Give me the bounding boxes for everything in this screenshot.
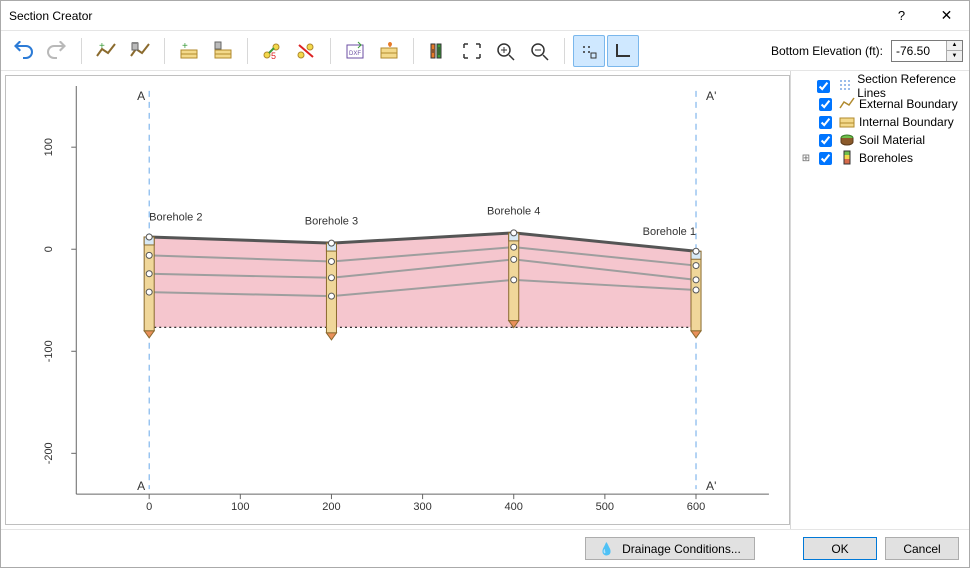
close-button[interactable]: ✕ bbox=[924, 1, 969, 31]
tree-item-internal-boundary[interactable]: Internal Boundary bbox=[795, 113, 965, 131]
svg-text:A: A bbox=[137, 89, 145, 103]
svg-text:Borehole 2: Borehole 2 bbox=[149, 212, 202, 224]
delete-external-button[interactable] bbox=[124, 35, 156, 67]
svg-text:0: 0 bbox=[43, 246, 55, 252]
tree-label: Boreholes bbox=[859, 151, 913, 165]
tree-item-soil-material[interactable]: Soil Material bbox=[795, 131, 965, 149]
zoom-out-button[interactable] bbox=[524, 35, 556, 67]
zoom-in-button[interactable] bbox=[490, 35, 522, 67]
tree-label: Section Reference Lines bbox=[857, 72, 965, 100]
delete-internal-button[interactable] bbox=[207, 35, 239, 67]
dxf-icon: DXF bbox=[344, 41, 366, 61]
cancel-button[interactable]: Cancel bbox=[885, 537, 959, 560]
tree-label: Internal Boundary bbox=[859, 115, 954, 129]
import-boreholes-icon bbox=[378, 41, 400, 61]
svg-text:+: + bbox=[182, 41, 188, 52]
svg-text:A': A' bbox=[706, 89, 716, 103]
svg-text:-200: -200 bbox=[43, 442, 55, 464]
pick-mode-icon bbox=[578, 41, 600, 61]
ok-button[interactable]: OK bbox=[803, 537, 877, 560]
bottom-elevation-label: Bottom Elevation (ft): bbox=[771, 44, 883, 58]
import-boreholes-button[interactable] bbox=[373, 35, 405, 67]
content: 0 100 200 300 400 500 600 -200 -100 0 100 A A A' A' Bor… bbox=[1, 71, 969, 529]
tree-check[interactable] bbox=[817, 80, 830, 93]
zoom-extents-icon bbox=[461, 41, 483, 61]
tree-check[interactable] bbox=[819, 116, 832, 129]
internal-boundary-icon bbox=[839, 114, 855, 130]
svg-text:500: 500 bbox=[596, 501, 614, 513]
layer-tree: Section Reference Lines External Boundar… bbox=[791, 71, 969, 529]
tree-item-section-reference-lines[interactable]: Section Reference Lines bbox=[795, 77, 965, 95]
redo-icon bbox=[46, 41, 68, 61]
import-dxf-button[interactable]: DXF bbox=[339, 35, 371, 67]
tree-item-external-boundary[interactable]: External Boundary bbox=[795, 95, 965, 113]
tree-label: Soil Material bbox=[859, 133, 925, 147]
svg-text:100: 100 bbox=[43, 138, 55, 156]
svg-text:Borehole 1: Borehole 1 bbox=[643, 226, 696, 238]
elevation-step-up[interactable]: ▲ bbox=[947, 41, 962, 52]
redo-button[interactable] bbox=[41, 35, 73, 67]
undo-button[interactable] bbox=[7, 35, 39, 67]
bottom-elevation-field[interactable]: ▲ ▼ bbox=[891, 40, 963, 62]
drainage-conditions-button[interactable]: 💧 Drainage Conditions... bbox=[585, 537, 755, 560]
bottom-elevation-input[interactable] bbox=[892, 41, 946, 61]
axis-mode-button[interactable] bbox=[607, 35, 639, 67]
window: Section Creator ? ✕ + + 5 bbox=[0, 0, 970, 568]
svg-text:5: 5 bbox=[271, 51, 276, 61]
add-internal-icon: + bbox=[178, 41, 200, 61]
section-ref-icon bbox=[837, 78, 853, 94]
display-options-icon bbox=[427, 41, 449, 61]
zoom-in-icon bbox=[495, 41, 517, 61]
section-canvas[interactable]: 0 100 200 300 400 500 600 -200 -100 0 100 A A A' A' Bor… bbox=[6, 76, 789, 524]
snap-on-button[interactable]: 5 bbox=[256, 35, 288, 67]
svg-text:0: 0 bbox=[146, 501, 152, 513]
svg-text:+: + bbox=[99, 41, 105, 52]
help-button[interactable]: ? bbox=[879, 1, 924, 31]
svg-text:Borehole 3: Borehole 3 bbox=[305, 216, 358, 228]
elevation-spinner[interactable]: ▲ ▼ bbox=[946, 41, 962, 61]
svg-text:DXF: DXF bbox=[349, 51, 361, 57]
tree-check[interactable] bbox=[819, 134, 832, 147]
boreholes-icon bbox=[839, 150, 855, 166]
svg-text:300: 300 bbox=[413, 501, 431, 513]
snap-off-button[interactable] bbox=[290, 35, 322, 67]
snap-off-icon bbox=[295, 41, 317, 61]
add-external-button[interactable]: + bbox=[90, 35, 122, 67]
window-title: Section Creator bbox=[9, 9, 879, 23]
toolbar: + + 5 DXF bbox=[1, 31, 969, 71]
svg-text:200: 200 bbox=[322, 501, 340, 513]
elevation-step-down[interactable]: ▼ bbox=[947, 51, 962, 61]
drop-icon: 💧 bbox=[599, 542, 614, 556]
svg-text:A: A bbox=[137, 479, 145, 493]
external-boundary-icon bbox=[839, 96, 855, 112]
svg-text:600: 600 bbox=[687, 501, 705, 513]
pick-mode-button[interactable] bbox=[573, 35, 605, 67]
soil-material-icon bbox=[839, 132, 855, 148]
zoom-out-icon bbox=[529, 41, 551, 61]
svg-text:-100: -100 bbox=[43, 340, 55, 362]
delete-internal-icon bbox=[212, 41, 234, 61]
tree-check[interactable] bbox=[819, 98, 832, 111]
snap-on-icon: 5 bbox=[261, 41, 283, 61]
display-options-button[interactable] bbox=[422, 35, 454, 67]
titlebar: Section Creator ? ✕ bbox=[1, 1, 969, 31]
svg-text:400: 400 bbox=[505, 501, 523, 513]
tree-check[interactable] bbox=[819, 152, 832, 165]
tree-label: External Boundary bbox=[859, 97, 958, 111]
svg-text:A': A' bbox=[706, 479, 716, 493]
add-external-icon: + bbox=[95, 41, 117, 61]
add-internal-button[interactable]: + bbox=[173, 35, 205, 67]
zoom-extents-button[interactable] bbox=[456, 35, 488, 67]
canvas-pane: 0 100 200 300 400 500 600 -200 -100 0 100 A A A' A' Bor… bbox=[1, 71, 791, 529]
svg-text:Borehole 4: Borehole 4 bbox=[487, 206, 540, 218]
delete-external-icon bbox=[129, 41, 151, 61]
tree-expander[interactable]: ⊞ bbox=[801, 153, 811, 164]
footer: 💧 Drainage Conditions... OK Cancel bbox=[1, 529, 969, 567]
axis-mode-icon bbox=[612, 41, 634, 61]
tree-item-boreholes[interactable]: ⊞ Boreholes bbox=[795, 149, 965, 167]
undo-icon bbox=[12, 41, 34, 61]
svg-text:100: 100 bbox=[231, 501, 249, 513]
